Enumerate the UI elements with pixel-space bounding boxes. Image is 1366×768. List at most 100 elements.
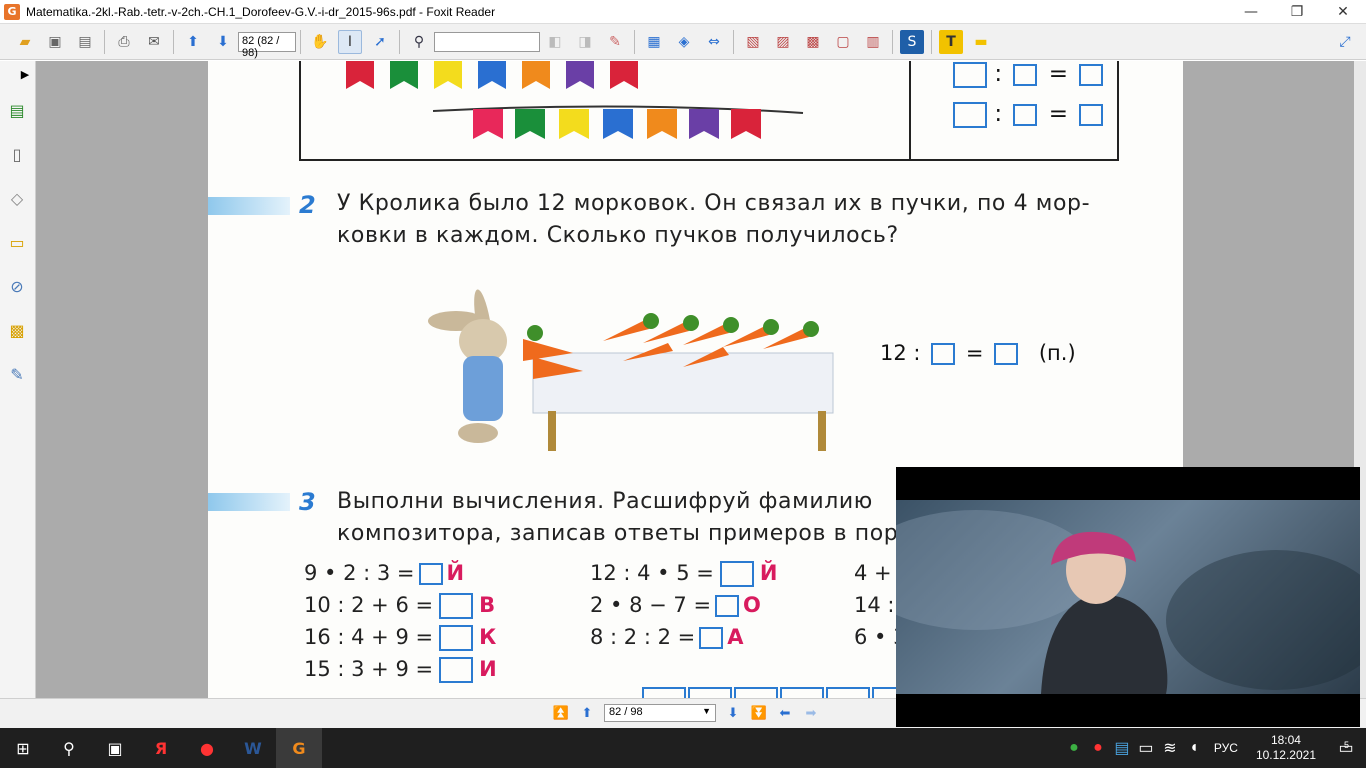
video-scene — [896, 510, 1360, 694]
signature-icon[interactable]: ✎ — [6, 363, 28, 385]
rabbit-carrots-illustration — [428, 289, 834, 451]
search-icon[interactable]: ⚲ — [46, 728, 92, 768]
open-folder-icon[interactable]: ▰ — [13, 30, 37, 54]
operator-equals: = — [965, 341, 984, 365]
hand-tool-icon[interactable]: ✋ — [308, 30, 332, 54]
word-icon[interactable]: W — [230, 728, 276, 768]
clock-time: 18:04 — [1270, 733, 1301, 747]
panel-toggle-icon[interactable]: ▶ — [14, 63, 36, 85]
task2-eq-unit: (п.) — [1038, 341, 1076, 365]
answer-box — [439, 593, 474, 619]
example-row: 16 : 4 + 9 = К — [304, 625, 496, 651]
tray-yandex-icon[interactable]: ● — [1086, 728, 1110, 768]
next-page-icon[interactable]: ⬇ — [211, 30, 235, 54]
attachment-icon[interactable]: ⊘ — [6, 275, 28, 297]
answer-box — [439, 625, 474, 651]
answer-box — [715, 595, 740, 617]
toolbar-separator — [892, 29, 893, 54]
prev-page-icon[interactable]: ⬆ — [578, 704, 596, 722]
fit-width-icon[interactable]: ⇔ — [702, 30, 726, 54]
toolbar-separator — [634, 29, 635, 54]
search-input[interactable] — [434, 31, 540, 52]
highlight-icon[interactable]: ✎ — [603, 30, 627, 54]
toolbar-separator — [104, 29, 105, 54]
foxit-logo-icon[interactable]: S — [900, 29, 924, 54]
save-icon[interactable]: ▣ — [43, 30, 67, 54]
typewriter-icon[interactable]: T — [939, 29, 963, 54]
pdf-merge-icon[interactable]: ▥ — [861, 30, 885, 54]
windows-start-icon[interactable]: ⊞ — [0, 728, 46, 768]
wifi-icon[interactable]: ≋ — [1158, 728, 1182, 768]
task1-divider — [909, 61, 911, 161]
video-overlay[interactable] — [896, 467, 1360, 727]
select-arrow-icon[interactable]: ➚ — [368, 30, 392, 54]
next-page-icon[interactable]: ⬇ — [724, 704, 742, 722]
example-expression: 9 • 2 : 3 = — [304, 561, 415, 585]
volume-icon[interactable]: ◖ — [1182, 728, 1206, 768]
top-equation-1: : = — [953, 61, 1107, 88]
example-row: 8 : 2 : 2 = А — [590, 625, 743, 649]
tray-update-icon[interactable]: ● — [1062, 728, 1086, 768]
window-title: Matematika.-2kl.-Rab.-tetr.-v-2ch.-CH.1_… — [26, 4, 496, 19]
pdf-create-icon[interactable]: ▧ — [741, 30, 765, 54]
print-icon[interactable]: ⎙ — [112, 30, 136, 54]
tray-network-drive-icon[interactable]: ▤ — [1110, 728, 1134, 768]
last-page-icon[interactable]: ⏬ — [750, 704, 768, 722]
search-prev-icon[interactable]: ◧ — [543, 30, 567, 54]
task2-equation: 12 : = (п.) — [880, 341, 1076, 365]
yandex-icon[interactable]: Я — [138, 728, 184, 768]
document-icon[interactable]: ▯ — [6, 143, 28, 165]
example-expression: 10 : 2 + 6 = — [304, 593, 434, 617]
pdf-convert-icon[interactable]: ▨ — [771, 30, 795, 54]
select-text-icon[interactable]: Ⅰ — [338, 29, 362, 54]
find-binoculars-icon[interactable]: ⚲ — [407, 30, 431, 54]
notifications-icon[interactable]: ▭ 5 — [1326, 728, 1366, 768]
email-icon[interactable]: ✉ — [142, 30, 166, 54]
tray-battery-icon[interactable]: ▭ — [1134, 728, 1158, 768]
fit-page-icon[interactable]: ◈ — [672, 30, 696, 54]
operator-colon: : — [994, 61, 1003, 87]
operator-equals: = — [1048, 101, 1068, 127]
operator-equals: = — [1048, 61, 1068, 87]
yandex-browser-icon[interactable]: ● — [184, 728, 230, 768]
answer-box — [439, 657, 474, 683]
example-fragment: 4 + — [854, 561, 892, 585]
foxit-reader-taskbar-icon[interactable]: G — [276, 728, 322, 768]
maximize-button[interactable]: ❐ — [1274, 0, 1320, 24]
bookmark-icon[interactable]: ◇ — [6, 187, 28, 209]
toolbar-separator — [399, 29, 400, 54]
cipher-letter: К — [479, 625, 497, 649]
page-number-input[interactable]: 82 (82 / 98) — [238, 31, 296, 59]
chevron-down-icon[interactable]: ▼ — [702, 706, 711, 720]
task-view-icon[interactable]: ▣ — [92, 728, 138, 768]
pages-icon[interactable]: ▤ — [6, 99, 28, 121]
example-fragment: 14 : — [854, 593, 895, 617]
save-all-icon[interactable]: ▤ — [73, 30, 97, 54]
comment-icon[interactable]: ▬ — [969, 30, 993, 54]
comments-icon[interactable]: ▭ — [6, 231, 28, 253]
language-indicator[interactable]: РУС — [1214, 741, 1238, 755]
expand-icon[interactable]: ⤢ — [1333, 30, 1357, 54]
toolbar-separator — [173, 29, 174, 54]
pdf-scan-icon[interactable]: ▩ — [801, 30, 825, 54]
answer-box — [1013, 63, 1038, 86]
close-button[interactable]: ✕ — [1320, 0, 1366, 24]
answer-box — [642, 687, 686, 698]
actual-size-icon[interactable]: ▦ — [642, 30, 666, 54]
example-row: 10 : 2 + 6 = В — [304, 593, 495, 619]
answer-box — [1013, 103, 1038, 126]
clock[interactable]: 18:04 10.12.2021 — [1256, 733, 1316, 763]
back-arrow-icon[interactable]: ⬅ — [776, 704, 794, 722]
page-selector[interactable]: 82 / 98 ▼ — [604, 704, 716, 722]
previous-page-icon[interactable]: ⬆ — [181, 30, 205, 54]
lock-icon[interactable]: ▩ — [6, 319, 28, 341]
forward-arrow-icon[interactable]: ➡ — [802, 704, 820, 722]
answer-box — [1079, 103, 1104, 126]
minimize-button[interactable]: — — [1228, 0, 1274, 24]
pdf-blank-icon[interactable]: ▢ — [831, 30, 855, 54]
navigation-panel: ▶ ▤ ▯ ◇ ▭ ⊘ ▩ ✎ — [0, 61, 36, 698]
search-next-icon[interactable]: ◨ — [573, 30, 597, 54]
first-page-icon[interactable]: ⏫ — [552, 704, 570, 722]
answer-box — [931, 343, 956, 365]
cipher-letter: В — [479, 593, 496, 617]
